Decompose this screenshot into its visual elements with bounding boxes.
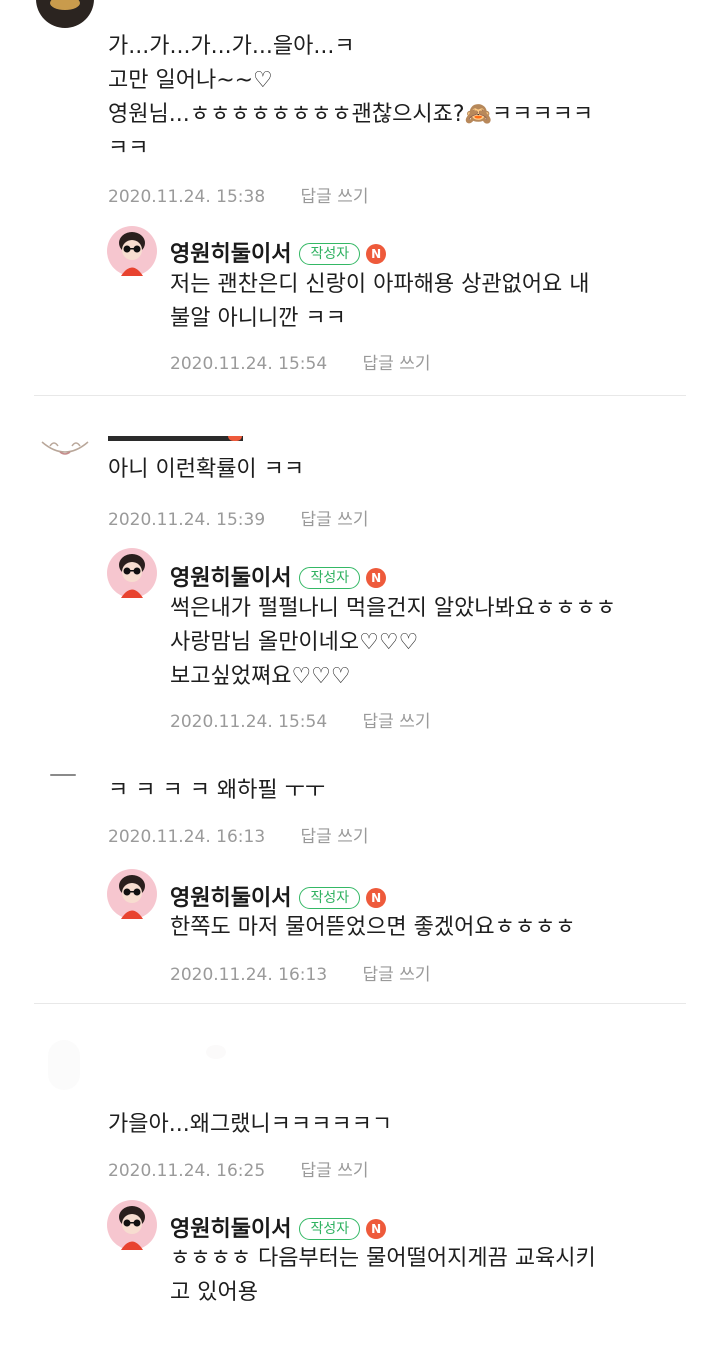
comment-date: 2020.11.24. 16:13 (108, 827, 266, 847)
reply-text-line: 보고싶었쪄요♡♡♡ (170, 664, 351, 689)
reply-button[interactable]: 답글 쓰기 (301, 510, 369, 530)
comment-divider (34, 395, 686, 396)
reply-text-line: 한쪽도 마저 물어뜯었으면 좋겠어요ㅎㅎㅎㅎ (170, 915, 576, 940)
reply-button[interactable]: 답글 쓰기 (301, 1161, 369, 1181)
comment-author-row-faded (206, 1045, 226, 1059)
comment-text-line: 아니 이런확률이 ㅋㅋ (108, 457, 305, 482)
comment-meta: 2020.11.24. 16:25 답글 쓰기 (108, 1156, 369, 1181)
author-avatar[interactable] (107, 869, 157, 919)
reply-text-line: 사랑맘님 올만이네오♡♡♡ (170, 630, 419, 655)
reply-date: 2020.11.24. 15:54 (170, 712, 328, 732)
reply: 썩은내가 펄펄나니 먹을건지 알았나봐요ㅎㅎㅎㅎ 사랑맘님 올만이네오♡♡♡ 보… (170, 592, 616, 694)
writer-badge: 작성자 (299, 1218, 361, 1240)
reply: 한쪽도 마저 물어뜯었으면 좋겠어요ㅎㅎㅎㅎ (170, 911, 576, 945)
writer-badge: 작성자 (299, 243, 361, 265)
comment-meta: 2020.11.24. 16:13 답글 쓰기 (108, 822, 369, 847)
author-avatar[interactable] (107, 548, 157, 598)
reply-text-line: 고 있어용 (170, 1280, 258, 1305)
comment-date: 2020.11.24. 15:38 (108, 187, 266, 207)
new-badge: N (366, 1219, 387, 1239)
reply-button[interactable]: 답글 쓰기 (363, 354, 431, 374)
new-badge: N (366, 244, 387, 264)
comment-text-line: 가...가...가...가...을아...ㅋ (108, 34, 355, 59)
reply-author-row: 영원히둘이서 작성자 N (170, 1211, 387, 1243)
reply-meta: 2020.11.24. 15:54 답글 쓰기 (170, 707, 431, 732)
comment-date: 2020.11.24. 15:39 (108, 510, 266, 530)
author-name[interactable]: 영원히둘이서 (170, 242, 291, 267)
reply: ㅎㅎㅎㅎ 다음부터는 물어떨어지게끔 교육시키 고 있어용 (170, 1242, 596, 1310)
reply: 저는 괜찬은디 신랑이 아파해용 상관없어요 내 불알 아니니깐 ㅋㅋ (170, 268, 590, 336)
writer-badge: 작성자 (299, 567, 361, 589)
new-badge: N (366, 888, 387, 908)
comment-meta: 2020.11.24. 15:39 답글 쓰기 (108, 505, 369, 530)
reply-meta: 2020.11.24. 16:13 답글 쓰기 (170, 960, 431, 985)
commenter-avatar[interactable] (36, 422, 94, 462)
reply-author-row: 영원히둘이서 작성자 N (170, 880, 387, 912)
comment-text-line: ㅋㅋ (108, 136, 149, 161)
author-name[interactable]: 영원히둘이서 (170, 1217, 291, 1242)
comment-text-line: 영원님...ㅎㅎㅎㅎㅎㅎㅎㅎ괜찮으시죠?🙈ㅋㅋㅋㅋㅋ (108, 102, 594, 127)
reply-button[interactable]: 답글 쓰기 (363, 712, 431, 732)
commenter-avatar[interactable] (50, 774, 76, 776)
comment: 가을아...왜그랬니ㅋㅋㅋㅋㅋㄱ (108, 1108, 392, 1142)
reply-text-line: 불알 아니니깐 ㅋㅋ (170, 306, 346, 331)
comment-text-line: ㅋ ㅋ ㅋ ㅋ 왜하필 ㅜㅜ (108, 778, 326, 803)
comment-author-row-partial (108, 436, 243, 441)
reply-date: 2020.11.24. 16:13 (170, 965, 328, 985)
reply-text-line: 썩은내가 펄펄나니 먹을건지 알았나봐요ㅎㅎㅎㅎ (170, 596, 617, 621)
author-avatar[interactable] (107, 226, 157, 276)
author-name[interactable]: 영원히둘이서 (170, 566, 291, 591)
comment: 가...가...가...가...을아...ㅋ 고만 일어나~~♡ 영원님...ㅎ… (108, 30, 593, 166)
reply-button[interactable]: 답글 쓰기 (363, 965, 431, 985)
comment-date: 2020.11.24. 16:25 (108, 1161, 266, 1181)
commenter-avatar[interactable] (48, 1040, 80, 1090)
writer-badge: 작성자 (299, 887, 361, 909)
reply-date: 2020.11.24. 15:54 (170, 354, 328, 374)
reply-text-line: ㅎㅎㅎㅎ 다음부터는 물어떨어지게끔 교육시키 (170, 1246, 596, 1271)
new-badge: N (366, 568, 387, 588)
comment: ㅋ ㅋ ㅋ ㅋ 왜하필 ㅜㅜ (108, 774, 325, 808)
reply-button[interactable]: 답글 쓰기 (301, 187, 369, 207)
reply-text-line: 저는 괜찬은디 신랑이 아파해용 상관없어요 내 (170, 272, 590, 297)
comment-meta: 2020.11.24. 15:38 답글 쓰기 (108, 182, 369, 207)
reply-author-row: 영원히둘이서 작성자 N (170, 560, 387, 592)
reply-author-row: 영원히둘이서 작성자 N (170, 236, 387, 268)
author-avatar[interactable] (107, 1200, 157, 1250)
reply-button[interactable]: 답글 쓰기 (301, 827, 369, 847)
comment-text-line: 고만 일어나~~♡ (108, 68, 273, 93)
commenter-avatar[interactable] (36, 0, 94, 28)
reply-meta: 2020.11.24. 15:54 답글 쓰기 (170, 349, 431, 374)
comment-divider (34, 1003, 686, 1004)
author-name[interactable]: 영원히둘이서 (170, 886, 291, 911)
comment: 아니 이런확률이 ㅋㅋ (108, 453, 304, 487)
comment-text-line: 가을아...왜그랬니ㅋㅋㅋㅋㅋㄱ (108, 1112, 393, 1137)
